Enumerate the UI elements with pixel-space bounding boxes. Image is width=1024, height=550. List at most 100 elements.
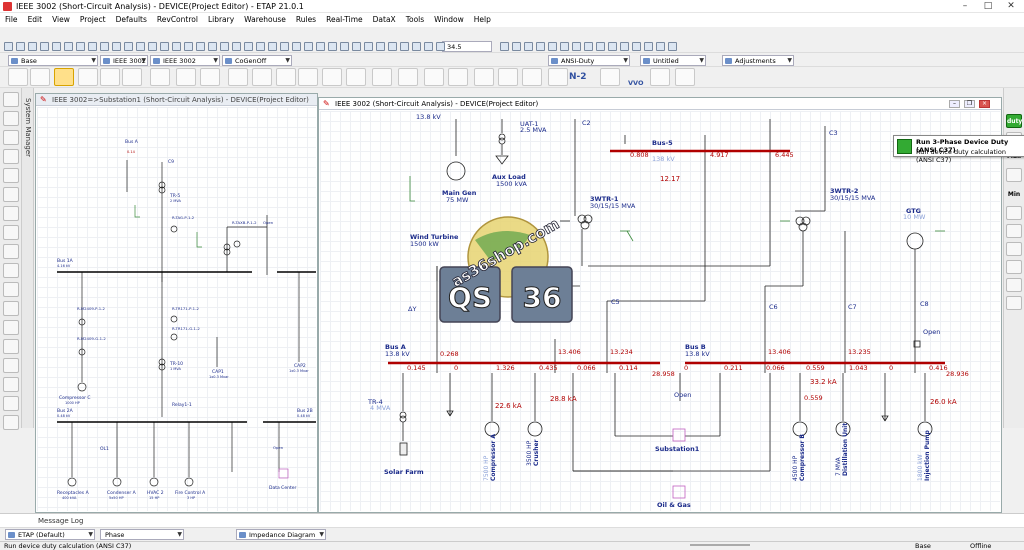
toolbar-icon[interactable] <box>184 42 193 51</box>
edit-tool-icon[interactable] <box>3 301 19 316</box>
toolbar-icon[interactable] <box>268 42 277 51</box>
edit-tool-icon[interactable] <box>3 244 19 259</box>
toolbar-icon[interactable] <box>668 42 677 51</box>
study-case-select[interactable]: ANSI-Duty ▼ <box>548 55 630 66</box>
report-manager-icon[interactable] <box>1006 260 1022 274</box>
toolbar-icon[interactable] <box>364 42 373 51</box>
edit-tool-icon[interactable] <box>3 92 19 107</box>
study-mode-icon[interactable] <box>346 68 366 86</box>
toolbar-icon[interactable] <box>196 42 205 51</box>
toolbar-icon[interactable] <box>608 42 617 51</box>
alert-icon[interactable] <box>1006 224 1022 238</box>
study-mode-icon[interactable] <box>176 68 196 86</box>
edit-tool-icon[interactable] <box>3 263 19 278</box>
menu-defaults[interactable]: Defaults <box>111 13 152 24</box>
edit-tool-icon[interactable] <box>3 187 19 202</box>
toolbar-icon[interactable] <box>524 42 533 51</box>
menu-window[interactable]: Window <box>429 13 469 24</box>
toolbar-icon[interactable] <box>560 42 569 51</box>
toolbar-icon[interactable] <box>220 42 229 51</box>
min-button[interactable]: Min <box>1006 188 1022 202</box>
toolbar-icon[interactable] <box>76 42 85 51</box>
maximize-button[interactable]: □ <box>978 1 998 12</box>
toolbar-icon[interactable] <box>584 42 593 51</box>
toolbar-icon[interactable] <box>4 42 13 51</box>
edit-tool-icon[interactable] <box>3 396 19 411</box>
toolbar-icon[interactable] <box>548 42 557 51</box>
toolbar-icon[interactable] <box>644 42 653 51</box>
menu-warehouse[interactable]: Warehouse <box>239 13 291 24</box>
menu-revcontrol[interactable]: RevControl <box>152 13 203 24</box>
toolbar-icon[interactable] <box>28 42 37 51</box>
toolbar-icon[interactable] <box>632 42 641 51</box>
menu-rules[interactable]: Rules <box>291 13 321 24</box>
edit-tool-icon[interactable] <box>3 149 19 164</box>
zoom-slider[interactable] <box>690 544 750 546</box>
edit-tool-icon[interactable] <box>3 168 19 183</box>
toolbar-icon[interactable] <box>16 42 25 51</box>
lightning-max-icon[interactable] <box>1006 168 1022 182</box>
menu-help[interactable]: Help <box>469 13 496 24</box>
toolbar-icon[interactable] <box>352 42 361 51</box>
toolbar-icon[interactable] <box>316 42 325 51</box>
toolbar-icon[interactable] <box>244 42 253 51</box>
toolbar-icon[interactable] <box>340 42 349 51</box>
study-mode-icon[interactable] <box>122 68 142 86</box>
study-mode-icon[interactable] <box>424 68 444 86</box>
config-select[interactable]: IEEE 3002 ▼ <box>100 55 148 66</box>
toolbar-icon[interactable] <box>148 42 157 51</box>
toolbar-icon[interactable] <box>88 42 97 51</box>
mode-select[interactable]: ETAP (Default) ▼ <box>5 529 95 540</box>
toolbar-icon[interactable] <box>160 42 169 51</box>
toolbar-icon[interactable] <box>500 42 509 51</box>
study-mode-icon[interactable] <box>372 68 392 86</box>
lightning-min-icon[interactable] <box>1006 206 1022 220</box>
study-mode-icon[interactable] <box>100 68 120 86</box>
study-mode-icon[interactable] <box>276 68 296 86</box>
edit-tool-icon[interactable] <box>3 415 19 430</box>
toolbar-icon[interactable] <box>292 42 301 51</box>
revision-select[interactable]: IEEE 3002 ▼ <box>150 55 220 66</box>
system-manager-tab[interactable]: System Manager <box>22 88 34 428</box>
study-mode-icon[interactable] <box>522 68 542 86</box>
toolbar-icon[interactable] <box>572 42 581 51</box>
toolbar-icon[interactable] <box>208 42 217 51</box>
menu-realtime[interactable]: Real-Time <box>321 13 368 24</box>
study-mode-icon[interactable] <box>30 68 50 86</box>
study-mode-icon[interactable] <box>252 68 272 86</box>
study-mode-icon[interactable] <box>298 68 318 86</box>
plot-icon[interactable] <box>1006 242 1022 256</box>
edit-tool-icon[interactable] <box>3 225 19 240</box>
device-duty-button[interactable]: duty <box>1006 114 1022 128</box>
window-close-button[interactable]: × <box>979 100 990 108</box>
toolbar-icon[interactable] <box>172 42 181 51</box>
substation-window[interactable]: ✎ IEEE 3002=>Substation1 (Short-Circuit A… <box>35 93 318 513</box>
menu-view[interactable]: View <box>47 13 75 24</box>
toolbar-icon[interactable] <box>328 42 337 51</box>
study-mode-icon[interactable] <box>78 68 98 86</box>
study-mode-icon[interactable] <box>398 68 418 86</box>
toolbar-icon[interactable] <box>232 42 241 51</box>
toolbar-icon[interactable] <box>64 42 73 51</box>
window-minimize-button[interactable]: – <box>949 100 960 108</box>
menu-edit[interactable]: Edit <box>23 13 48 24</box>
toolbar-icon[interactable] <box>136 42 145 51</box>
window-restore-button[interactable]: ❐ <box>964 100 975 108</box>
study-mode-icon[interactable] <box>448 68 468 86</box>
toolbar-icon[interactable] <box>400 42 409 51</box>
study-mode-icon[interactable] <box>548 68 568 86</box>
study-mode-icon[interactable] <box>675 68 695 86</box>
cogen-select[interactable]: CoGenOff ▼ <box>222 55 292 66</box>
edit-tool-icon[interactable] <box>3 111 19 126</box>
toolbar-icon[interactable] <box>512 42 521 51</box>
toolbar-icon[interactable] <box>656 42 665 51</box>
stop-icon[interactable] <box>1006 296 1022 310</box>
n2-button[interactable]: N-2 <box>569 72 587 82</box>
toolbar-icon[interactable] <box>112 42 121 51</box>
toolbar-icon[interactable] <box>40 42 49 51</box>
substation-one-line-diagram[interactable]: Bus A 0.14 C9 TR-5 2 MVA R-TAG-P-1-2 R-T… <box>37 107 316 511</box>
study-mode-icon[interactable] <box>200 68 220 86</box>
toolbar-icon[interactable] <box>436 42 445 51</box>
output-report-select[interactable]: Untitled ▼ <box>640 55 706 66</box>
close-button[interactable]: ✕ <box>1001 1 1021 12</box>
